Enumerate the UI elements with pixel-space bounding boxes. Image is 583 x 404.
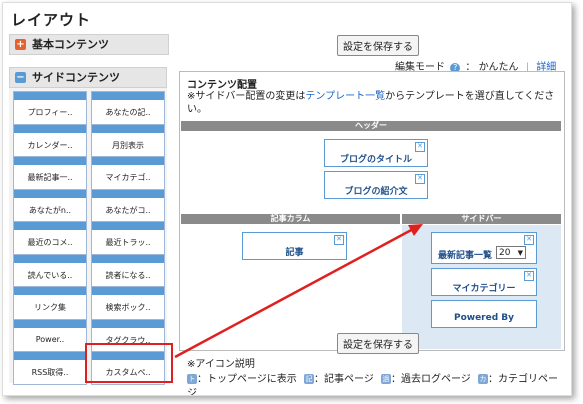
- arrow-annotation: [174, 224, 423, 359]
- layout-editor: レイアウト + 基本コンテンツ − サイドコンテンツ プロフィー.. あなたの記.…: [2, 2, 572, 396]
